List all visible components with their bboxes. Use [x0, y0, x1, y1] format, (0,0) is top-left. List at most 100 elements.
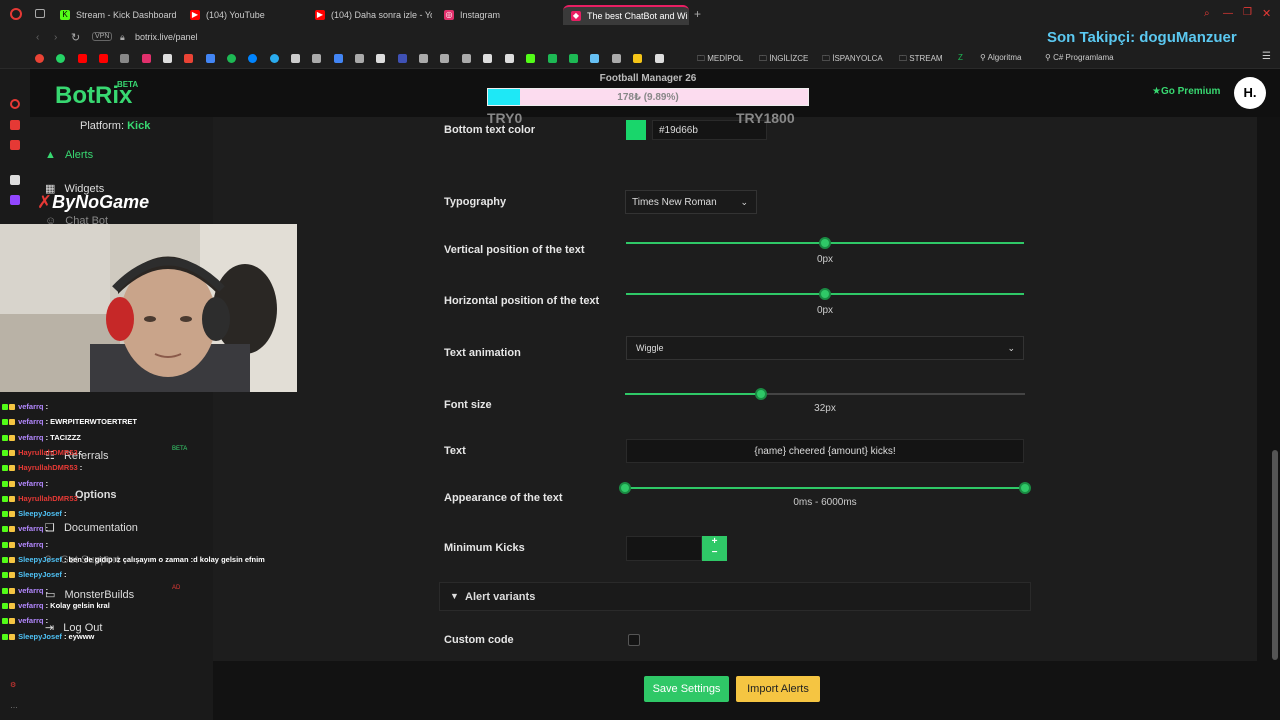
telegram-icon[interactable]: [270, 54, 279, 63]
bookmark-icon[interactable]: [548, 54, 557, 63]
chat-message: vefarrq :: [2, 479, 48, 488]
bookmark-icon[interactable]: [633, 54, 642, 63]
rail-more-icon[interactable]: …: [10, 701, 20, 711]
opera-logo-icon[interactable]: [10, 8, 22, 20]
sidebar-item-documentation[interactable]: ❑ Documentation: [45, 521, 138, 534]
bookmark-icon[interactable]: [655, 54, 664, 63]
menu-icon[interactable]: ☰: [1262, 51, 1271, 62]
slider-handle[interactable]: [819, 288, 831, 300]
url-field[interactable]: botrix.live/panel: [135, 32, 198, 42]
google-icon[interactable]: [35, 54, 44, 63]
bookmark-folder-ispanyolca[interactable]: 🗀︎ İSPANYOLCA: [822, 53, 883, 67]
translate-icon[interactable]: [206, 54, 215, 63]
slider-fill: [625, 393, 761, 395]
page-scrollbar[interactable]: [1272, 450, 1278, 660]
opera-icon[interactable]: [10, 99, 20, 109]
bookmark-algoritma[interactable]: ⚲ Algoritma: [980, 53, 1021, 62]
chat-message: SleepyJosef :: [2, 570, 66, 579]
color-swatch[interactable]: [626, 120, 646, 140]
instagram-bookmark-icon[interactable]: [142, 54, 151, 63]
bookmark-icon[interactable]: [355, 54, 364, 63]
alert-text-input[interactable]: {name} cheered {amount} kicks!: [626, 439, 1024, 463]
minimum-kicks-input[interactable]: [626, 536, 702, 561]
save-settings-button[interactable]: Save Settings: [644, 676, 729, 702]
chat-message: vefarrq :: [2, 402, 48, 411]
search-tabs-icon[interactable]: ⌕: [1204, 8, 1210, 19]
avatar[interactable]: H.: [1234, 77, 1266, 109]
chatgpt-icon[interactable]: [419, 54, 428, 63]
rail-app-icon[interactable]: [10, 175, 20, 185]
bookmark-icon[interactable]: [612, 54, 621, 63]
referrals-beta-badge: BETA: [172, 446, 188, 452]
kick-icon: K: [60, 10, 70, 20]
workspaces-icon[interactable]: [35, 9, 45, 18]
x-icon[interactable]: [163, 54, 172, 63]
spotify-icon[interactable]: [227, 54, 236, 63]
custom-code-checkbox[interactable]: [628, 634, 640, 646]
chat-username: SleepyJosef: [16, 509, 62, 519]
chat-message: HayrullahDMR53 :: [2, 494, 82, 503]
slider-track: [625, 487, 1025, 489]
stepper-plus-minus[interactable]: + −: [702, 536, 727, 561]
twitch-rail-icon[interactable]: [10, 140, 20, 150]
tab-youtube[interactable]: ▶ (104) YouTube: [182, 5, 307, 25]
kick-bookmark-icon[interactable]: [526, 54, 535, 63]
go-premium-button[interactable]: ★Go Premium: [1152, 86, 1220, 97]
close-window-icon[interactable]: ✕: [1262, 7, 1271, 20]
bookmark-csharp[interactable]: ⚲ C# Programlama: [1045, 53, 1114, 62]
bookmark-icon[interactable]: [312, 54, 321, 63]
chat-message: SleepyJosef :: [2, 509, 66, 518]
sidebar-item-monsterbuilds[interactable]: ▭ MonsterBuilds: [45, 588, 134, 601]
bookmark-folder-medipol[interactable]: 🗀︎ MEDİPOL: [697, 53, 743, 67]
bookmark-icon[interactable]: [569, 54, 578, 63]
typography-label: Typography: [444, 196, 507, 208]
youtube-bookmark-icon[interactable]: [78, 54, 87, 63]
messenger-icon[interactable]: [248, 54, 257, 63]
tab-instagram[interactable]: ◎ Instagram: [436, 5, 561, 25]
text-animation-select[interactable]: Wiggle ⌄: [626, 336, 1024, 360]
whatsapp-icon[interactable]: [56, 54, 65, 63]
tab-kick-dashboard[interactable]: K Stream - Kick Dashboard: [52, 5, 182, 25]
chat-username: SleepyJosef: [16, 570, 62, 580]
bookmark-icon[interactable]: Z: [958, 53, 963, 62]
vpn-badge[interactable]: VPN: [92, 32, 113, 41]
sidebar-item-alerts[interactable]: ▲ Alerts: [45, 149, 93, 161]
drive-icon[interactable]: [334, 54, 343, 63]
maximize-icon[interactable]: ❐: [1243, 7, 1252, 18]
slider-handle[interactable]: [819, 237, 831, 249]
new-tab-plus-icon[interactable]: +: [694, 7, 701, 21]
twitch-icon[interactable]: [10, 195, 20, 205]
vertical-position-label: Vertical position of the text: [444, 244, 585, 256]
tab-botrix[interactable]: ◆ The best ChatBot and Wi: [563, 5, 689, 25]
chat-badge-icon: [2, 572, 8, 579]
alert-variants-accordion[interactable]: ▼ Alert variants: [439, 582, 1031, 611]
typography-select[interactable]: Times New Roman ⌄: [625, 190, 757, 214]
minimize-icon[interactable]: —: [1223, 8, 1233, 19]
steam-icon[interactable]: [590, 54, 599, 63]
rail-settings-icon[interactable]: ⚙: [10, 681, 20, 691]
bookmark-folder-ingilizce[interactable]: 🗀︎ İNGİLİZCE: [759, 53, 808, 67]
gmail-icon[interactable]: [184, 54, 193, 63]
bookmark-folder-stream[interactable]: 🗀︎ STREAM: [899, 53, 943, 67]
bookmark-icon[interactable]: [440, 54, 449, 63]
reload-icon[interactable]: ↻: [71, 31, 80, 44]
apple-icon[interactable]: [291, 54, 300, 63]
chat-username: vefarrq: [16, 417, 44, 427]
range-end-handle[interactable]: [1019, 482, 1031, 494]
messenger-rail-icon[interactable]: [10, 120, 20, 130]
slider-handle[interactable]: [755, 388, 767, 400]
forward-icon[interactable]: ›: [54, 32, 57, 43]
chat-badge-icon: [9, 495, 15, 502]
import-alerts-button[interactable]: Import Alerts: [736, 676, 820, 702]
tab-youtube-watch-later[interactable]: ▶ (104) Daha sonra izle - Yo: [307, 5, 432, 25]
document-icon[interactable]: [483, 54, 492, 63]
youtube-bookmark-icon[interactable]: [99, 54, 108, 63]
document-icon[interactable]: [505, 54, 514, 63]
range-start-handle[interactable]: [619, 482, 631, 494]
bookmark-icon[interactable]: [398, 54, 407, 63]
bookmark-icon[interactable]: [376, 54, 385, 63]
back-icon[interactable]: ‹: [36, 32, 39, 43]
bookmark-icon[interactable]: [462, 54, 471, 63]
bookmark-icon[interactable]: [120, 54, 129, 63]
minimum-kicks-label: Minimum Kicks: [444, 542, 525, 554]
